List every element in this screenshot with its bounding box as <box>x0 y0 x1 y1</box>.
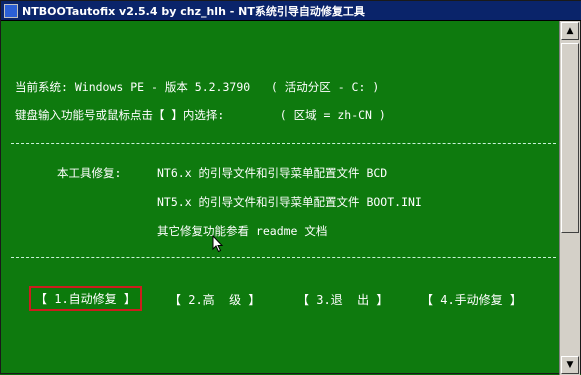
info-item-readme: 其它修复功能参看 readme 文档 <box>157 224 328 238</box>
console-area: 当前系统: Windows PE - 版本 5.2.3790 ( 活动分区 - … <box>1 21 561 375</box>
exit-button[interactable]: 【 3.退 出 】 <box>297 291 388 308</box>
mouse-cursor-icon <box>212 235 224 253</box>
separator-top <box>11 143 556 144</box>
auto-repair-button[interactable]: 【 1.自动修复 】 <box>29 286 142 311</box>
scroll-thumb[interactable] <box>561 43 579 233</box>
current-system-line: 当前系统: Windows PE - 版本 5.2.3790 ( 活动分区 - … <box>15 80 380 94</box>
title-bar[interactable]: NTBOOTautofix v2.5.4 by chz_hlh - NT系统引导… <box>1 1 581 21</box>
info-item-nt6: NT6.x 的引导文件和引导菜单配置文件 BCD <box>157 166 388 180</box>
console-window: NTBOOTautofix v2.5.4 by chz_hlh - NT系统引导… <box>0 0 581 375</box>
advanced-button[interactable]: 【 2.高 级 】 <box>169 291 260 308</box>
scroll-down-icon[interactable]: ▼ <box>561 356 579 374</box>
input-prompt-line: 键盘输入功能号或鼠标点击【 】内选择: ( 区域 = zh-CN ) <box>15 108 386 122</box>
vertical-scrollbar[interactable]: ▲ ▼ <box>559 21 580 375</box>
separator-bottom <box>11 257 556 258</box>
repair-label: 本工具修复: <box>57 166 122 180</box>
scroll-up-icon[interactable]: ▲ <box>561 22 579 40</box>
info-item-nt5: NT5.x 的引导文件和引导菜单配置文件 BOOT.INI <box>157 195 422 209</box>
window-title: NTBOOTautofix v2.5.4 by chz_hlh - NT系统引导… <box>22 4 365 18</box>
app-icon <box>4 3 18 18</box>
manual-repair-button[interactable]: 【 4.手动修复 】 <box>421 291 522 308</box>
